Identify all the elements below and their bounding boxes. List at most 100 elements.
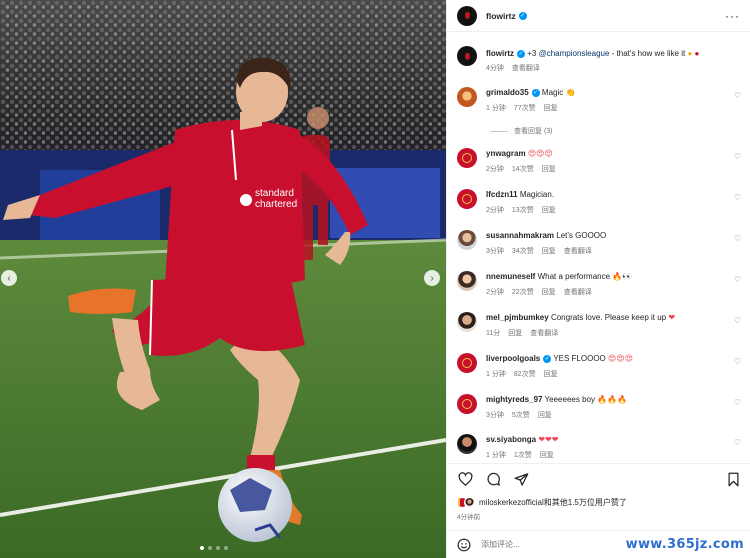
svg-text:standard: standard bbox=[255, 188, 294, 199]
reply-button[interactable]: 回复 bbox=[540, 450, 554, 460]
more-options-icon[interactable]: ··· bbox=[725, 9, 740, 23]
commenter-avatar[interactable] bbox=[457, 189, 477, 209]
author-avatar[interactable] bbox=[457, 46, 477, 66]
comment-button[interactable] bbox=[485, 472, 501, 488]
comment-username[interactable]: mightyreds_97 bbox=[486, 395, 542, 404]
view-replies-button[interactable]: 查看回复 (3) bbox=[490, 126, 553, 136]
comment-text: YES FLOOOO bbox=[553, 354, 608, 363]
reply-button[interactable]: 回复 bbox=[542, 205, 556, 215]
football-player-photo: standard chartered bbox=[0, 0, 446, 558]
comment-bubble-icon bbox=[486, 472, 500, 486]
like-comment-heart-icon[interactable]: ♡ bbox=[734, 438, 741, 447]
add-comment-input[interactable] bbox=[481, 540, 631, 549]
caption-username[interactable]: flowirtz bbox=[486, 49, 514, 58]
comment-text: Congrats love. Please keep it up bbox=[550, 313, 669, 322]
smiley-emoji-icon[interactable] bbox=[457, 538, 471, 552]
carousel-dot bbox=[216, 546, 220, 550]
comment-time: 3分钟 bbox=[486, 248, 504, 255]
comment-item: ynwagram 😍😍😍 2分钟 14次赞 回复 ♡ bbox=[457, 148, 747, 174]
comment-likes-count[interactable]: 13次赞 bbox=[512, 205, 534, 215]
author-avatar[interactable] bbox=[457, 5, 477, 26]
see-translation-button[interactable]: 查看翻译 bbox=[530, 328, 558, 338]
comment-likes-count[interactable]: 34次赞 bbox=[512, 246, 534, 256]
commenter-avatar[interactable] bbox=[457, 394, 477, 414]
reply-button[interactable]: 回复 bbox=[542, 164, 556, 174]
commenter-avatar[interactable] bbox=[457, 271, 477, 291]
heart-eyes-emoji-icon: 😍😍😍 bbox=[527, 149, 553, 158]
reply-button[interactable]: 回复 bbox=[542, 246, 556, 256]
author-username[interactable]: flowirtz ✓ bbox=[486, 11, 527, 21]
verified-badge-icon: ✓ bbox=[517, 49, 525, 58]
comment-time: 3分钟 bbox=[486, 412, 504, 419]
bookmark-icon bbox=[728, 472, 738, 487]
see-translation-button[interactable]: 查看翻译 bbox=[512, 63, 540, 73]
commenter-avatar[interactable] bbox=[457, 434, 477, 454]
comment-likes-count[interactable]: 1次赞 bbox=[514, 450, 532, 460]
comment-username[interactable]: nnemuneself bbox=[486, 272, 535, 281]
carousel-dot bbox=[224, 546, 228, 550]
comment-likes-count[interactable]: 22次赞 bbox=[512, 287, 534, 297]
reply-button[interactable]: 回复 bbox=[542, 287, 556, 297]
see-translation-button[interactable]: 查看翻译 bbox=[564, 246, 592, 256]
comments-list[interactable]: flowirtz ✓ +3 @championsleague - that's h… bbox=[447, 40, 750, 462]
post-side-panel: flowirtz ✓ ··· flowirtz ✓ +3 @championslea… bbox=[446, 0, 750, 558]
likes-text[interactable]: miloskerkezofficial和其他1.5万位用户赞了 bbox=[479, 497, 627, 508]
reply-button[interactable]: 回复 bbox=[544, 103, 558, 113]
like-comment-heart-icon[interactable]: ♡ bbox=[734, 234, 741, 243]
share-button[interactable] bbox=[513, 472, 529, 488]
comment-time: 2分钟 bbox=[486, 207, 504, 214]
comment-time: 11分 bbox=[486, 330, 501, 337]
comment-item: grimaldo35 ✓ Magic 👏 1 分钟 77次赞 回复 ♡ bbox=[457, 87, 747, 113]
comment-likes-count[interactable]: 77次赞 bbox=[514, 103, 536, 113]
post-action-bar bbox=[447, 463, 750, 495]
like-comment-heart-icon[interactable]: ♡ bbox=[734, 398, 741, 407]
like-comment-heart-icon[interactable]: ♡ bbox=[734, 193, 741, 202]
comment-username[interactable]: mel_pjmbumkey bbox=[486, 313, 549, 322]
red-heart-emoji-icon: ❤❤❤ bbox=[538, 435, 559, 444]
post-caption: flowirtz ✓ +3 @championsleague - that's h… bbox=[457, 46, 747, 73]
reply-button[interactable]: 回复 bbox=[508, 328, 522, 338]
post-photo[interactable]: standard chartered ‹ › bbox=[0, 0, 446, 558]
like-comment-heart-icon[interactable]: ♡ bbox=[734, 357, 741, 366]
comment-likes-count[interactable]: 82次赞 bbox=[514, 369, 536, 379]
save-button[interactable] bbox=[725, 472, 741, 488]
post-timestamp: 4分钟前 bbox=[457, 514, 481, 521]
fire-emoji-icon: 🔥🔥🔥 bbox=[597, 395, 628, 404]
like-comment-heart-icon[interactable]: ♡ bbox=[734, 152, 741, 161]
next-photo-button[interactable]: › bbox=[424, 270, 440, 286]
comment-username[interactable]: liverpoolgoals bbox=[486, 354, 540, 363]
site-watermark: www.365jz.com bbox=[625, 537, 744, 552]
likes-summary[interactable]: miloskerkezofficial和其他1.5万位用户赞了 bbox=[457, 497, 627, 508]
like-comment-heart-icon[interactable]: ♡ bbox=[734, 91, 741, 100]
caption-mention[interactable]: @championsleague bbox=[539, 49, 610, 58]
caption-time: 4分钟 bbox=[486, 65, 504, 72]
commenter-avatar[interactable] bbox=[457, 87, 477, 107]
comment-username[interactable]: susannahmakram bbox=[486, 231, 554, 240]
caption-plus-count[interactable]: +3 bbox=[527, 49, 536, 58]
red-heart-emoji-icon: ❤ bbox=[668, 313, 676, 322]
verified-badge-icon: ✓ bbox=[518, 12, 527, 21]
caption-text: - that's how we like it bbox=[609, 49, 688, 58]
reply-button[interactable]: 回复 bbox=[538, 410, 552, 420]
comment-username[interactable]: ynwagram bbox=[486, 149, 526, 158]
comment-likes-count[interactable]: 14次赞 bbox=[512, 164, 534, 174]
comment-username[interactable]: sv.siyabonga bbox=[486, 435, 536, 444]
comment-time: 1 分钟 bbox=[486, 105, 506, 112]
comment-item: liverpoolgoals ✓ YES FLOOOO 😍😍😍 1 分钟 82次赞回… bbox=[457, 353, 747, 379]
see-translation-button[interactable]: 查看翻译 bbox=[564, 287, 592, 297]
like-comment-heart-icon[interactable]: ♡ bbox=[734, 316, 741, 325]
like-button[interactable] bbox=[457, 472, 473, 488]
commenter-avatar[interactable] bbox=[457, 148, 477, 168]
previous-photo-button[interactable]: ‹ bbox=[1, 270, 17, 286]
commenter-avatar[interactable] bbox=[457, 312, 477, 332]
comment-username[interactable]: grimaldo35 bbox=[486, 88, 529, 97]
reply-button[interactable]: 回复 bbox=[544, 369, 558, 379]
comment-username[interactable]: lfcdzn11 bbox=[486, 190, 518, 199]
verified-badge-icon: ✓ bbox=[531, 88, 540, 97]
comment-likes-count[interactable]: 5次赞 bbox=[512, 410, 530, 420]
like-comment-heart-icon[interactable]: ♡ bbox=[734, 275, 741, 284]
comment-time: 1 分钟 bbox=[486, 452, 506, 459]
heart-icon bbox=[458, 472, 472, 486]
commenter-avatar[interactable] bbox=[457, 230, 477, 250]
commenter-avatar[interactable] bbox=[457, 353, 477, 373]
